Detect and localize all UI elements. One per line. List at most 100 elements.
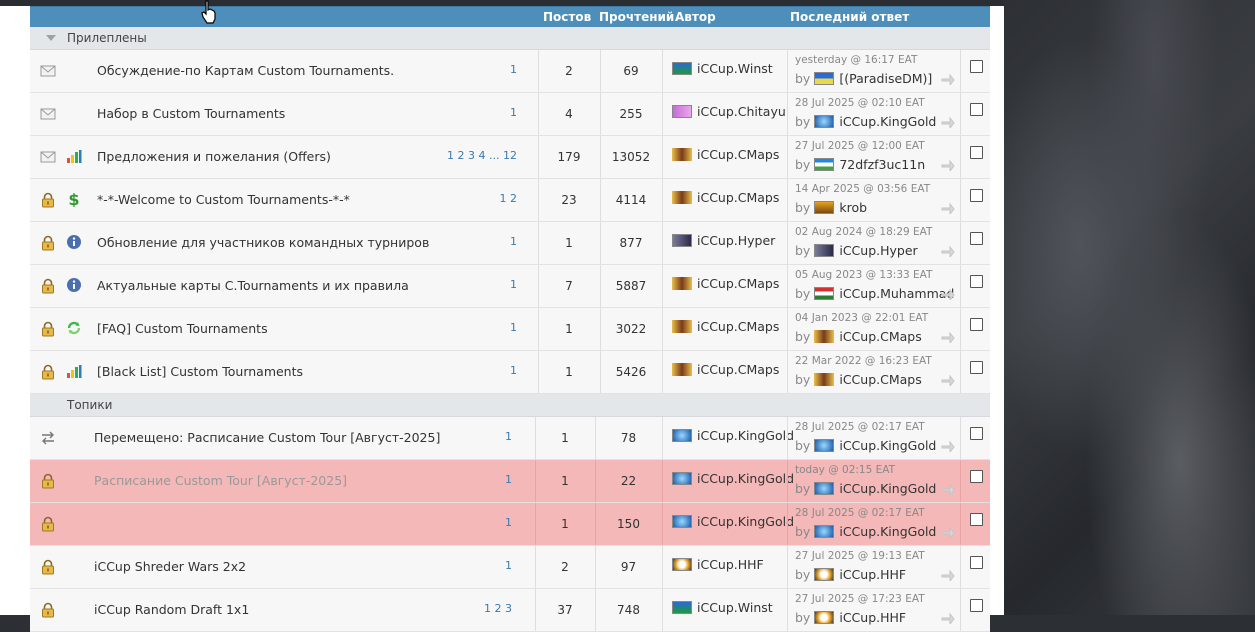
page-links[interactable]: 1 [505, 473, 512, 486]
svg-text:$: $ [68, 191, 79, 207]
last-reply-user[interactable]: by krob [795, 200, 867, 215]
table-row[interactable]: Перемещено: Расписание Custom Tour [Авгу… [30, 417, 990, 460]
go-to-last-post-icon[interactable] [941, 526, 955, 540]
table-row[interactable]: [FAQ] Custom Tournaments 1 1 3022 iCCup.CMap… [30, 308, 990, 351]
select-checkbox[interactable] [970, 318, 983, 331]
author-link[interactable]: iCCup.KingGold [672, 514, 794, 529]
topic-title-link[interactable]: Набор в Custom Tournaments [97, 106, 285, 121]
section-topics-label: Топики [67, 398, 113, 412]
page-links[interactable]: 1 [510, 278, 517, 291]
author-link[interactable]: iCCup.CMaps [672, 319, 779, 334]
topic-title-link[interactable]: Перемещено: Расписание Custom Tour [Авгу… [94, 430, 440, 445]
select-checkbox[interactable] [970, 103, 983, 116]
go-to-last-post-icon[interactable] [941, 440, 955, 454]
posts-count: 1 [565, 322, 573, 336]
select-checkbox[interactable] [970, 60, 983, 73]
page-links[interactable]: 1 2 3 4 ... 12 [447, 149, 517, 162]
go-to-last-post-icon[interactable] [941, 116, 955, 130]
header-last-reply[interactable]: Последний ответ [790, 10, 909, 24]
last-reply-user[interactable]: by iCCup.CMaps [795, 329, 922, 344]
author-link[interactable]: iCCup.Hyper [672, 233, 775, 248]
section-pinned[interactable]: Прилеплены [30, 27, 990, 50]
go-to-last-post-icon[interactable] [941, 288, 955, 302]
page-links[interactable]: 1 [510, 235, 517, 248]
select-checkbox[interactable] [970, 470, 983, 483]
author-link[interactable]: iCCup.CMaps [672, 190, 779, 205]
last-reply-user[interactable]: by iCCup.Muhammad [795, 286, 954, 301]
page-links[interactable]: 1 [510, 106, 517, 119]
header-author[interactable]: Автор [675, 10, 716, 24]
last-reply-time: 27 Jul 2025 @ 19:13 EAT [795, 550, 925, 562]
last-reply-user[interactable]: by iCCup.KingGold [795, 481, 936, 496]
last-reply-user[interactable]: by iCCup.HHF [795, 610, 906, 625]
go-to-last-post-icon[interactable] [941, 331, 955, 345]
last-reply-user[interactable]: by 72dfzf3uc11n [795, 157, 925, 172]
header-views[interactable]: Прочтений [599, 10, 674, 24]
go-to-last-post-icon[interactable] [941, 73, 955, 87]
topic-title-link[interactable]: Обновление для участников командных турн… [97, 235, 429, 250]
select-checkbox[interactable] [970, 232, 983, 245]
table-row[interactable]: $ *-*-Welcome to Custom Tournaments-*-* 1 … [30, 179, 990, 222]
author-link[interactable]: iCCup.CMaps [672, 362, 779, 377]
select-checkbox[interactable] [970, 427, 983, 440]
last-reply-user[interactable]: by iCCup.KingGold [795, 524, 936, 539]
select-checkbox[interactable] [970, 361, 983, 374]
select-checkbox[interactable] [970, 599, 983, 612]
page-links[interactable]: 1 2 [500, 192, 518, 205]
table-row[interactable]: iCCup Random Draft 1x1 1 2 3 37 748 iCCup.Wi… [30, 589, 990, 632]
table-row[interactable]: [Black List] Custom Tournaments 1 1 5426 iCC… [30, 351, 990, 394]
author-link[interactable]: iCCup.Chitayu [672, 104, 786, 119]
select-checkbox[interactable] [970, 146, 983, 159]
header-posts[interactable]: Постов [543, 10, 591, 24]
go-to-last-post-icon[interactable] [941, 245, 955, 259]
last-reply-user[interactable]: by iCCup.Hyper [795, 243, 918, 258]
page-links[interactable]: 1 [505, 430, 512, 443]
topic-title-link[interactable]: *-*-Welcome to Custom Tournaments-*-* [97, 192, 350, 207]
author-link[interactable]: iCCup.KingGold [672, 428, 794, 443]
page-links[interactable]: 1 2 3 [484, 602, 512, 615]
topic-title-link[interactable]: Актуальные карты C.Tournaments и их прав… [97, 278, 409, 293]
topic-title-link[interactable]: [Black List] Custom Tournaments [97, 364, 303, 379]
topic-title-link[interactable]: [FAQ] Custom Tournaments [97, 321, 268, 336]
table-row[interactable]: Набор в Custom Tournaments 1 4 255 iCCup.Chi… [30, 93, 990, 136]
select-checkbox[interactable] [970, 513, 983, 526]
table-row[interactable]: Расписание Custom Tour [Август-2025] 1 1 22… [30, 460, 990, 503]
page-links[interactable]: 1 [510, 321, 517, 334]
last-reply-user[interactable]: by iCCup.CMaps [795, 372, 922, 387]
last-reply-user[interactable]: by iCCup.HHF [795, 567, 906, 582]
select-checkbox[interactable] [970, 556, 983, 569]
topic-title-link[interactable]: Обсуждение-по Картам Custom Tournaments. [97, 63, 394, 78]
topic-title-link[interactable]: iCCup Shreder Wars 2x2 [94, 559, 246, 574]
last-reply-user[interactable]: by iCCup.KingGold [795, 114, 936, 129]
select-checkbox[interactable] [970, 189, 983, 202]
go-to-last-post-icon[interactable] [941, 483, 955, 497]
author-link[interactable]: iCCup.Winst [672, 600, 773, 615]
author-link[interactable]: iCCup.CMaps [672, 147, 779, 162]
go-to-last-post-icon[interactable] [941, 374, 955, 388]
last-reply-time: 28 Jul 2025 @ 02:17 EAT [795, 507, 925, 519]
table-row[interactable]: 1 1 150 iCCup.KingGold 28 Jul 2025 @ 02:17 E… [30, 503, 990, 546]
table-row[interactable]: Предложения и пожелания (Offers) 1 2 3 4 … [30, 136, 990, 179]
go-to-last-post-icon[interactable] [941, 159, 955, 173]
select-checkbox[interactable] [970, 275, 983, 288]
go-to-last-post-icon[interactable] [941, 569, 955, 583]
topic-title-link[interactable]: Расписание Custom Tour [Август-2025] [94, 473, 347, 488]
page-links[interactable]: 1 [505, 559, 512, 572]
last-reply-user[interactable]: by [(ParadiseDM)] [795, 71, 932, 86]
table-row[interactable]: Актуальные карты C.Tournaments и их прав… [30, 265, 990, 308]
author-link[interactable]: iCCup.Winst [672, 61, 773, 76]
page-links[interactable]: 1 [510, 63, 517, 76]
topic-title-link[interactable]: Предложения и пожелания (Offers) [97, 149, 331, 164]
last-reply-user[interactable]: by iCCup.KingGold [795, 438, 936, 453]
author-link[interactable]: iCCup.CMaps [672, 276, 779, 291]
author-link[interactable]: iCCup.KingGold [672, 471, 794, 486]
table-row[interactable]: Обсуждение-по Картам Custom Tournaments.… [30, 50, 990, 93]
table-row[interactable]: Обновление для участников командных турн… [30, 222, 990, 265]
page-links[interactable]: 1 [505, 516, 512, 529]
go-to-last-post-icon[interactable] [941, 612, 955, 626]
page-links[interactable]: 1 [510, 364, 517, 377]
author-link[interactable]: iCCup.HHF [672, 557, 764, 572]
go-to-last-post-icon[interactable] [941, 202, 955, 216]
table-row[interactable]: iCCup Shreder Wars 2x2 1 2 97 iCCup.HHF 27 Ju… [30, 546, 990, 589]
collapse-triangle-icon[interactable] [46, 35, 56, 41]
